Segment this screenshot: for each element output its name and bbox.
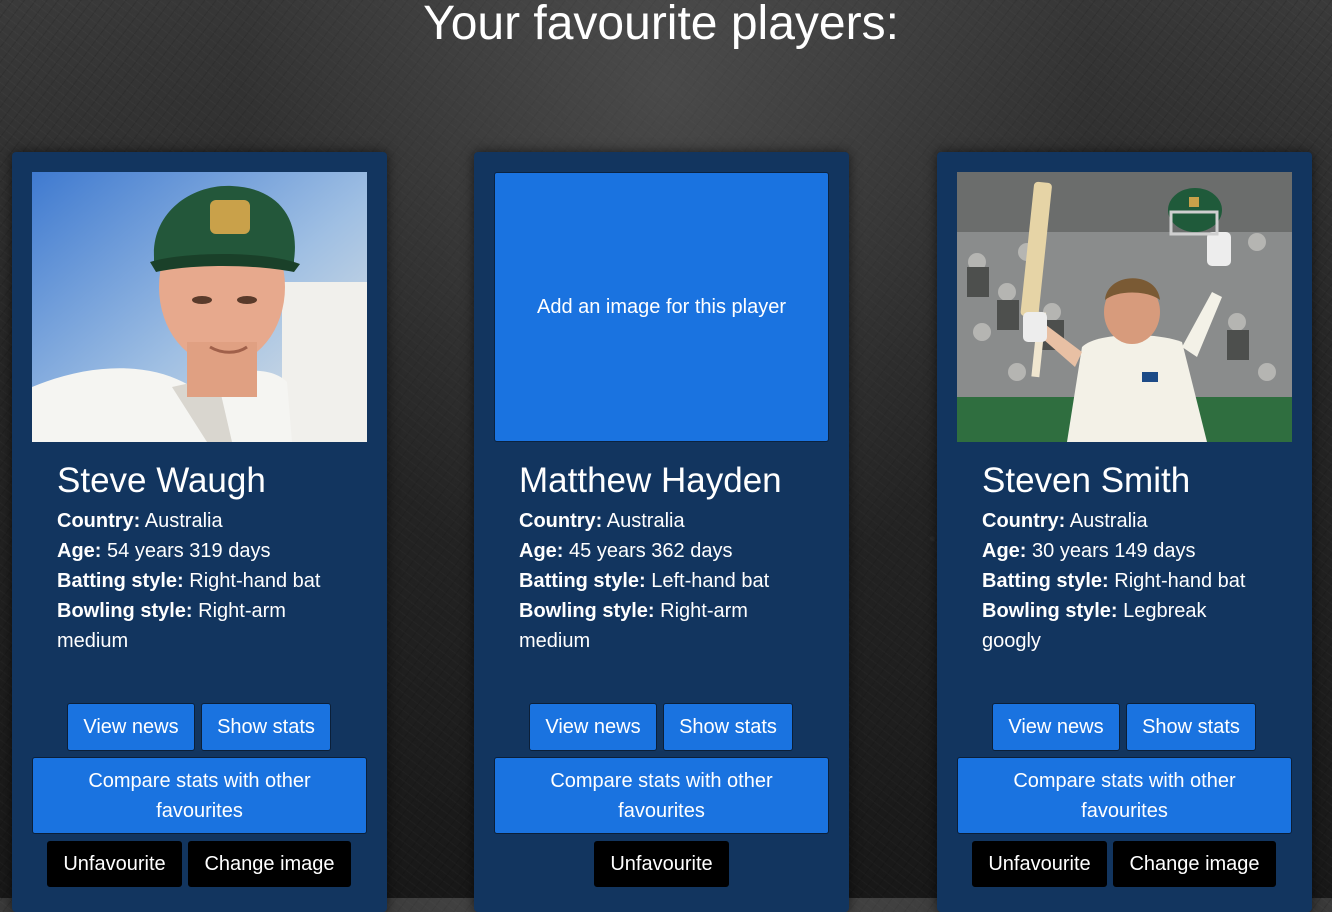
unfavourite-button[interactable]: Unfavourite bbox=[972, 841, 1107, 887]
view-news-button[interactable]: View news bbox=[992, 703, 1120, 751]
batting-row: Batting style: Left-hand bat bbox=[519, 570, 770, 592]
player-card-matthew-hayden: Add an image for this player Matthew Hay… bbox=[474, 152, 849, 912]
country-row: Country: Australia bbox=[982, 510, 1148, 532]
age-row: Age: 54 years 319 days bbox=[57, 540, 271, 562]
player-photo bbox=[957, 172, 1292, 442]
bowling-row: Bowling style: Right-arm medium bbox=[57, 600, 286, 652]
player-info: Steven Smith Country: Australia Age: 30 … bbox=[982, 458, 1282, 656]
player-card-steven-smith: Steven Smith Country: Australia Age: 30 … bbox=[937, 152, 1312, 912]
bowling-row: Bowling style: Right-arm medium bbox=[519, 600, 748, 652]
show-stats-button[interactable]: Show stats bbox=[201, 703, 331, 751]
age-row: Age: 45 years 362 days bbox=[519, 540, 733, 562]
player-name: Matthew Hayden bbox=[519, 461, 782, 500]
player-name: Steve Waugh bbox=[57, 461, 266, 500]
player-card-steve-waugh: Steve Waugh Country: Australia Age: 54 y… bbox=[12, 152, 387, 912]
player-info: Steve Waugh Country: Australia Age: 54 y… bbox=[57, 458, 357, 656]
compare-stats-button[interactable]: Compare stats with other favourites bbox=[957, 757, 1292, 834]
country-row: Country: Australia bbox=[57, 510, 223, 532]
show-stats-button[interactable]: Show stats bbox=[663, 703, 793, 751]
bowling-row: Bowling style: Legbreak googly bbox=[982, 600, 1207, 652]
batting-row: Batting style: Right-hand bat bbox=[57, 570, 321, 592]
player-photo bbox=[32, 172, 367, 442]
add-image-button[interactable]: Add an image for this player bbox=[494, 172, 829, 442]
change-image-button[interactable]: Change image bbox=[188, 841, 351, 887]
change-image-button[interactable]: Change image bbox=[1113, 841, 1276, 887]
unfavourite-button[interactable]: Unfavourite bbox=[47, 841, 182, 887]
unfavourite-button[interactable]: Unfavourite bbox=[594, 841, 729, 887]
compare-stats-button[interactable]: Compare stats with other favourites bbox=[32, 757, 367, 834]
player-info: Matthew Hayden Country: Australia Age: 4… bbox=[519, 458, 819, 656]
batting-row: Batting style: Right-hand bat bbox=[982, 570, 1246, 592]
show-stats-button[interactable]: Show stats bbox=[1126, 703, 1256, 751]
view-news-button[interactable]: View news bbox=[67, 703, 195, 751]
view-news-button[interactable]: View news bbox=[529, 703, 657, 751]
country-row: Country: Australia bbox=[519, 510, 685, 532]
page-title: Your favourite players: bbox=[423, 0, 899, 50]
compare-stats-button[interactable]: Compare stats with other favourites bbox=[494, 757, 829, 834]
player-name: Steven Smith bbox=[982, 461, 1191, 500]
age-row: Age: 30 years 149 days bbox=[982, 540, 1196, 562]
